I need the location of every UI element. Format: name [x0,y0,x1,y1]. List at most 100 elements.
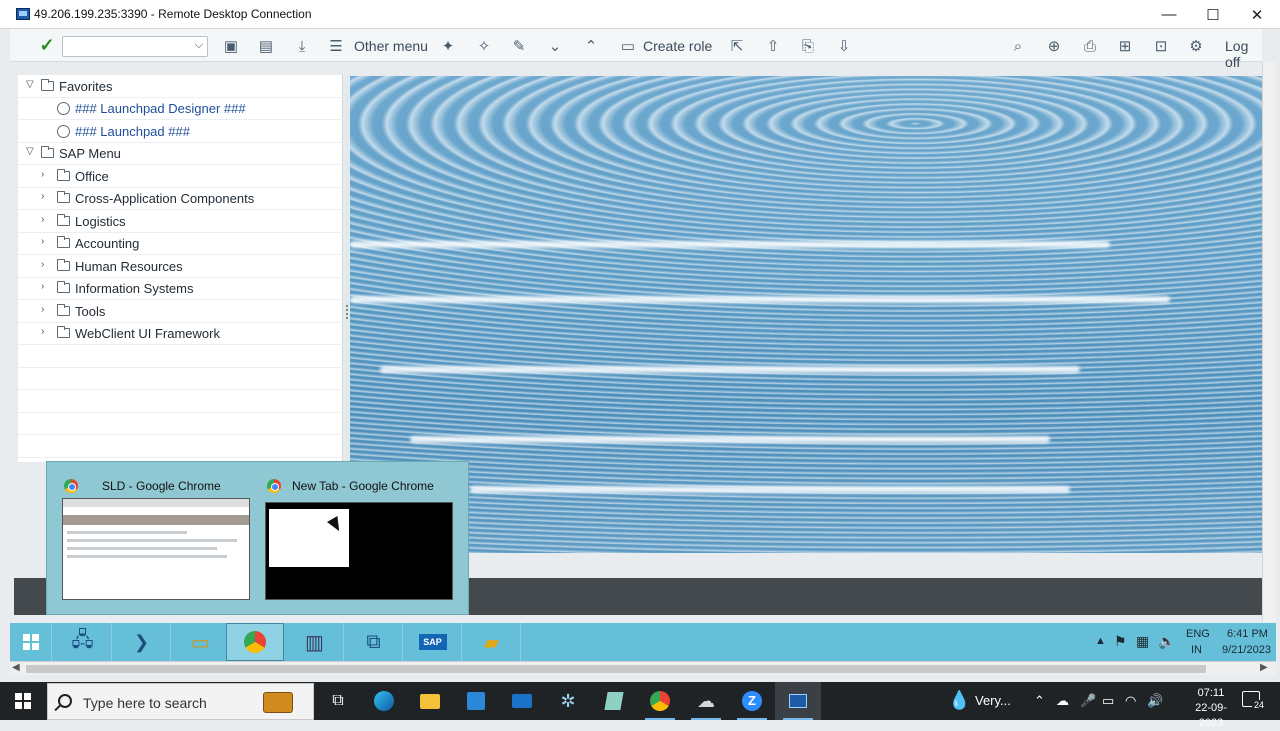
weather-icon[interactable]: 💧 [948,690,970,711]
task-view-icon[interactable]: ⧉ [315,682,361,720]
tree-node-office[interactable]: › Office [18,166,343,188]
sap-gui-icon[interactable]: ▰ [463,623,521,661]
splitter-grip[interactable] [346,305,348,319]
preview-thumbnail-sld[interactable] [62,498,250,600]
chevron-up-icon[interactable]: ⌃ [578,33,604,59]
onedrive-icon[interactable]: ☁ [1056,693,1069,709]
file-explorer-icon[interactable]: ▭ [172,623,230,661]
remote-start-button[interactable] [10,623,52,661]
preview-thumbnail-new-tab[interactable] [265,502,453,600]
search-box[interactable]: Type here to search [47,683,314,720]
tree-label[interactable]: ### Launchpad ### [75,124,190,139]
export-icon[interactable]: ⇱ [724,33,750,59]
lang-top[interactable]: ENG [1186,628,1210,640]
tree-node-accounting[interactable]: › Accounting [18,233,343,255]
move-down-icon[interactable]: ⇩ [831,33,857,59]
chevron-down-icon[interactable]: ▽ [26,79,34,90]
chevron-right-icon[interactable]: › [41,169,44,180]
scroll-left-icon[interactable]: ◀ [12,662,20,673]
cloud-app-icon[interactable]: ☁ [683,682,729,720]
enter-check-icon[interactable]: ✓ [34,32,60,58]
remote-desktop-host-icon[interactable] [775,682,821,720]
network-tool-icon[interactable]: ✲ [545,682,591,720]
chevron-down-icon[interactable]: ▽ [26,146,34,157]
mail-icon[interactable] [499,682,545,720]
command-field[interactable]: ⌵ [62,36,208,57]
tree-label[interactable]: ### Launchpad Designer ### [75,101,246,116]
chevron-right-icon[interactable]: › [41,259,44,270]
store-icon[interactable] [453,682,499,720]
tree-node-launchpad[interactable]: ### Launchpad ### [18,121,343,143]
notes-icon[interactable] [591,682,637,720]
chevron-right-icon[interactable]: › [41,214,44,225]
sap-vertical-scrollbar[interactable] [1262,62,1276,622]
chrome-taskbar-icon[interactable] [226,623,284,661]
host-clock[interactable]: 07:11 22-09-2023 [1186,686,1236,731]
chevron-down-icon[interactable]: ⌵ [195,39,203,52]
find-next-icon[interactable]: ⊕ [1041,33,1067,59]
weather-label[interactable]: Very... [975,693,1011,708]
scroll-right-icon[interactable]: ▶ [1260,662,1268,673]
shortcut-icon[interactable]: ⊡ [1148,33,1174,59]
search-highlight-icon[interactable] [263,692,293,713]
tree-node-information-systems[interactable]: › Information Systems [18,278,343,300]
notification-icon[interactable]: 24 [1242,691,1266,712]
sap-logon-icon[interactable]: SAP [404,623,462,661]
tray-overflow-icon[interactable]: ▲ [1095,635,1106,647]
print-icon[interactable]: ⎙ [1077,33,1103,59]
edge-icon[interactable] [361,682,407,720]
new-session-icon[interactable]: ⊞ [1112,33,1138,59]
other-menu-button[interactable]: Other menu [354,38,428,54]
panel-splitter[interactable] [345,75,349,462]
preview-title-sld[interactable]: SLD - Google Chrome [102,479,221,493]
tree-node-cross-application[interactable]: › Cross-Application Components [18,188,343,210]
tray-overflow-icon[interactable]: ⌃ [1034,693,1045,709]
search-placeholder[interactable]: Type here to search [83,695,207,711]
tree-node-sap-menu[interactable]: ▽ SAP Menu [18,143,343,165]
pencil-icon[interactable]: ✎ [506,33,532,59]
tree-node-logistics[interactable]: › Logistics [18,211,343,233]
network-app-icon[interactable]: ⧉ [345,623,403,661]
chrome-host-icon[interactable] [637,682,683,720]
chevron-right-icon[interactable]: › [41,326,44,337]
chevron-down-icon[interactable]: ⌄ [542,33,568,59]
powershell-icon[interactable]: ❯ [113,623,171,661]
remote-clock-date[interactable]: 9/21/2023 [1222,644,1271,656]
chevron-right-icon[interactable]: › [41,281,44,292]
battery-icon[interactable]: ▭ [1102,693,1114,709]
copy-icon[interactable]: ⎘ [795,33,821,59]
tree-node-webclient-ui[interactable]: › WebClient UI Framework [18,323,343,345]
flag-icon[interactable]: ⚑ [1114,633,1127,650]
edit-layout-icon[interactable]: ▤ [253,33,279,59]
chevron-right-icon[interactable]: › [41,304,44,315]
server-manager-icon[interactable]: 🖧 [54,623,112,661]
preview-title-new-tab[interactable]: New Tab - Google Chrome [292,479,434,493]
tree-node-human-resources[interactable]: › Human Resources [18,256,343,278]
create-role-button[interactable]: Create role [643,38,712,54]
scroll-thumb[interactable] [26,665,1206,673]
delete-favorite-icon[interactable]: ✧ [471,33,497,59]
rdp-horizontal-scrollbar[interactable]: ◀ ▶ [10,661,1276,675]
create-role-icon[interactable]: ▭ [615,33,641,59]
upload-icon[interactable]: ⇧ [760,33,786,59]
volume-icon[interactable]: 🔈 [1158,633,1175,650]
other-menu-icon[interactable]: ☰ [323,33,349,59]
network-icon[interactable]: ▦ [1136,633,1149,650]
chevron-right-icon[interactable]: › [41,236,44,247]
tree-node-favorites[interactable]: ▽ Favorites [18,76,343,98]
zoom-icon[interactable]: Z [729,682,775,720]
download-icon[interactable]: ⤓ [289,33,315,59]
microphone-icon[interactable]: 🎤 [1080,693,1096,709]
log-off-button[interactable]: Log off [1225,38,1262,70]
tree-node-tools[interactable]: › Tools [18,301,343,323]
search-icon[interactable]: ⌕ [1005,33,1031,59]
add-favorite-icon[interactable]: ✦ [435,33,461,59]
remote-clock-time[interactable]: 6:41 PM [1227,628,1268,640]
start-button[interactable] [0,682,46,720]
save-icon[interactable]: ▣ [218,33,244,59]
lang-bottom[interactable]: IN [1191,644,1202,656]
book-app-icon[interactable]: ▥ [286,623,344,661]
wifi-icon[interactable]: ◠ [1125,693,1136,709]
file-explorer-icon[interactable] [407,682,453,720]
tree-node-launchpad-designer[interactable]: ### Launchpad Designer ### [18,98,343,120]
